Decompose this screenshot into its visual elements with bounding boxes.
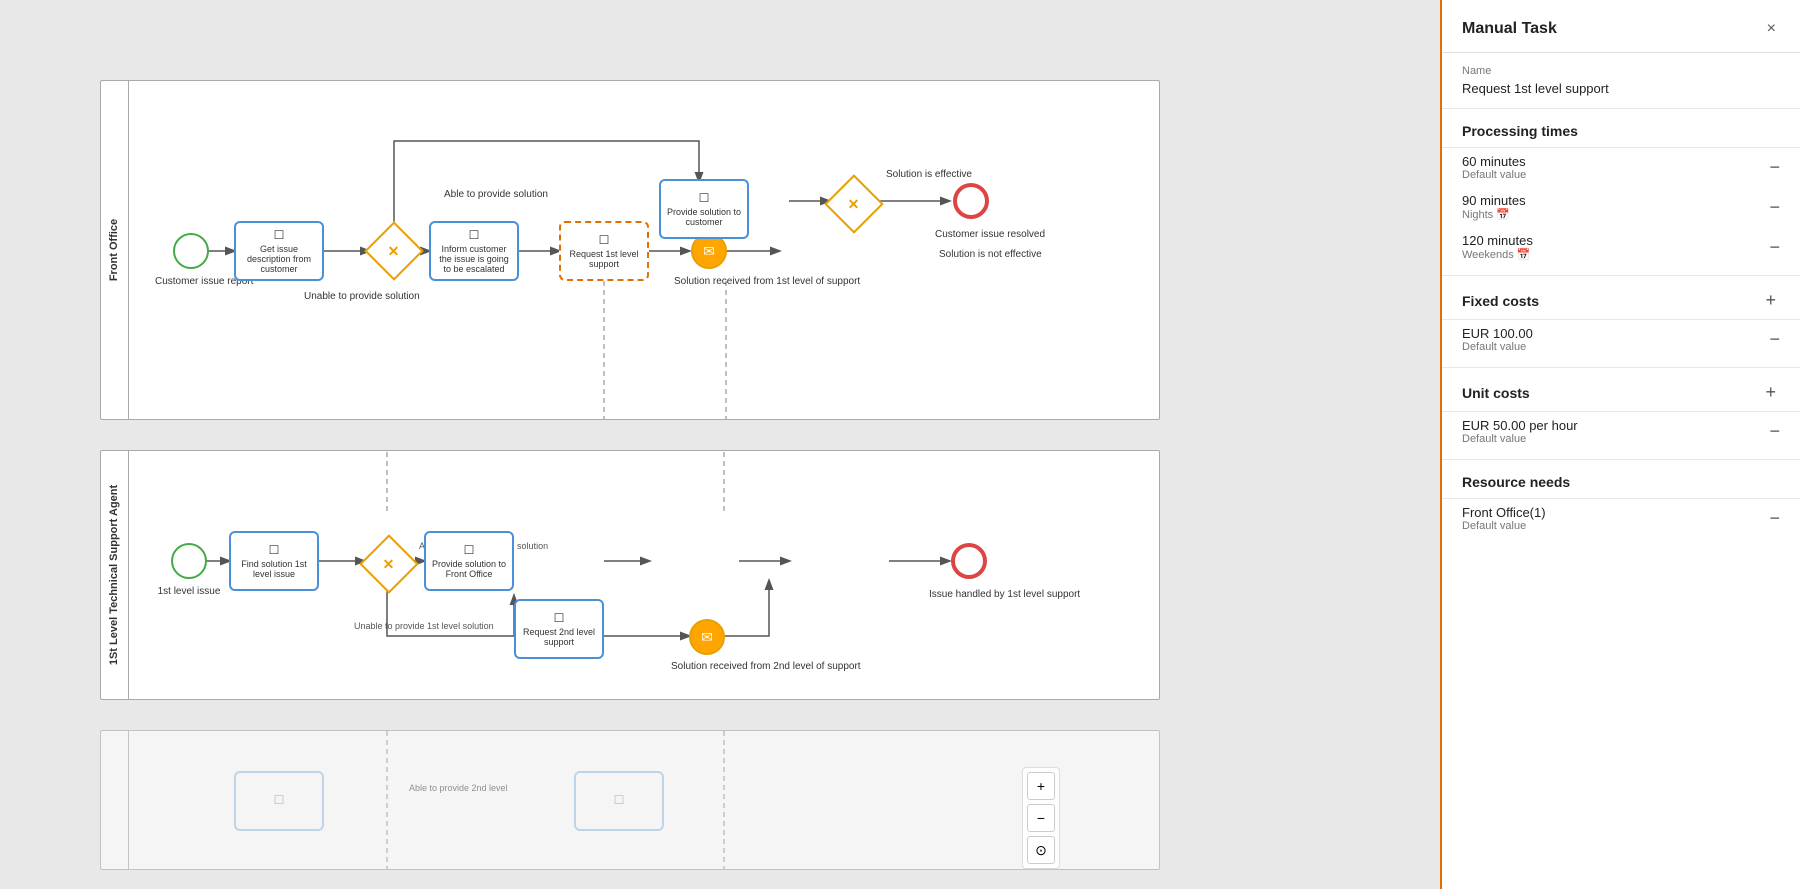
processing-times-header: Processing times bbox=[1442, 109, 1800, 148]
zoom-in-button[interactable]: + bbox=[1027, 772, 1055, 800]
pool-front-office-label: Front Office bbox=[101, 81, 129, 419]
fixed-cost-minus-1[interactable]: − bbox=[1769, 329, 1780, 350]
gateway-2[interactable]: ✕ bbox=[829, 179, 879, 229]
zoom-controls: + − ⊙ bbox=[1022, 767, 1060, 869]
resource-needs-row-1: Front Office(1) Default value − bbox=[1442, 499, 1800, 538]
proc-sublabel-3: Weekends 📅 bbox=[1462, 248, 1533, 261]
task-icon-selected: ☐ bbox=[599, 233, 610, 247]
unit-costs-row-1: EUR 50.00 per hour Default value − bbox=[1442, 412, 1800, 460]
end-event-2-label: Issue handled by 1st level support bbox=[929, 589, 1011, 600]
end-event-2[interactable] bbox=[951, 543, 987, 579]
canvas-area: Front Office bbox=[0, 0, 1440, 889]
resource-needs-header: Resource needs bbox=[1442, 460, 1800, 499]
task-icon-1: ☐ bbox=[274, 228, 285, 242]
panel-title: Manual Task bbox=[1462, 20, 1557, 38]
resource-sublabel-1: Default value bbox=[1462, 520, 1546, 532]
end-event-1-label: Customer issue resolved bbox=[935, 229, 1007, 240]
fixed-cost-value-1: EUR 100.00 bbox=[1462, 326, 1533, 341]
panel-close-button[interactable]: × bbox=[1763, 16, 1780, 42]
task-icon-2: ☐ bbox=[469, 228, 480, 242]
task-provide-solution[interactable]: ☐ Provide solution to customer bbox=[659, 179, 749, 239]
start-event-1[interactable] bbox=[173, 233, 209, 269]
resource-minus-1[interactable]: − bbox=[1769, 508, 1780, 529]
unit-cost-sublabel-1: Default value bbox=[1462, 433, 1578, 445]
start-event-1-label: Customer issue report bbox=[155, 276, 227, 287]
proc-minus-2[interactable]: − bbox=[1769, 197, 1780, 218]
panel-name-section: Name Request 1st level support bbox=[1442, 53, 1800, 109]
right-panel: Manual Task × Name Request 1st level sup… bbox=[1440, 0, 1800, 889]
processing-row-3: 120 minutes Weekends 📅 − bbox=[1442, 227, 1800, 276]
proc-minus-3[interactable]: − bbox=[1769, 237, 1780, 258]
msg-send-label: Solution received from 1st level of supp… bbox=[674, 276, 754, 287]
processing-row-2: 90 minutes Nights 📅 − bbox=[1442, 187, 1800, 227]
msg-event-2[interactable]: ✉ bbox=[689, 619, 725, 655]
proc-minus-1[interactable]: − bbox=[1769, 157, 1780, 178]
unit-cost-value-1: EUR 50.00 per hour bbox=[1462, 418, 1578, 433]
pool-3-content: Able to provide 2nd level ☐ ☐ bbox=[129, 731, 1159, 869]
task-icon-3: ☐ bbox=[699, 191, 710, 205]
svg-text:Unable to provide 1st level so: Unable to provide 1st level solution bbox=[354, 621, 494, 631]
gateway-1-label-2: Able to provide solution bbox=[444, 189, 544, 200]
task-request-2nd-level[interactable]: ☐ Request 2nd level support bbox=[514, 599, 604, 659]
name-value: Request 1st level support bbox=[1462, 81, 1780, 96]
fixed-costs-row-1: EUR 100.00 Default value − bbox=[1442, 320, 1800, 368]
proc-value-3: 120 minutes bbox=[1462, 233, 1533, 248]
gateway-1-label-1: Unable to provide solution bbox=[304, 291, 394, 302]
gateway-3[interactable]: ✕ bbox=[364, 539, 414, 589]
fixed-costs-header: Fixed costs + bbox=[1442, 276, 1800, 320]
task-partial[interactable]: ☐ bbox=[234, 771, 324, 831]
pool-3-label bbox=[101, 731, 129, 869]
proc-value-2: 90 minutes bbox=[1462, 193, 1526, 208]
gateway-2-label-1: Solution is effective bbox=[884, 169, 974, 180]
gateway-1[interactable]: ✕ bbox=[369, 226, 419, 276]
task-partial-2[interactable]: ☐ bbox=[574, 771, 664, 831]
svg-text:Able to provide 2nd level: Able to provide 2nd level bbox=[409, 783, 508, 793]
pool-support-agent-content: Able to provide 1st level solution Unabl… bbox=[129, 451, 1159, 699]
fixed-cost-sublabel-1: Default value bbox=[1462, 341, 1533, 353]
task-get-issue[interactable]: ☐ Get issue description from customer bbox=[234, 221, 324, 281]
unit-costs-header: Unit costs + bbox=[1442, 368, 1800, 412]
gateway-2-label-2: Solution is not effective bbox=[939, 249, 1029, 260]
name-label: Name bbox=[1462, 65, 1780, 77]
proc-value-1: 60 minutes bbox=[1462, 154, 1526, 169]
start-event-2[interactable] bbox=[171, 543, 207, 579]
unit-cost-minus-1[interactable]: − bbox=[1769, 421, 1780, 442]
msg-event-2-label: Solution received from 2nd level of supp… bbox=[671, 661, 761, 672]
zoom-fit-button[interactable]: ⊙ bbox=[1027, 836, 1055, 864]
pool-support-agent-label: 1St Level Technical Support Agent bbox=[101, 451, 129, 699]
fixed-costs-add-button[interactable]: + bbox=[1761, 290, 1780, 311]
processing-row-1: 60 minutes Default value − bbox=[1442, 148, 1800, 187]
start-event-2-label: 1st level issue bbox=[153, 586, 225, 597]
end-event-1[interactable] bbox=[953, 183, 989, 219]
processing-times-title: Processing times bbox=[1462, 123, 1578, 139]
task-provide-solution-2[interactable]: ☐ Provide solution to Front Office bbox=[424, 531, 514, 591]
resource-needs-title: Resource needs bbox=[1462, 474, 1570, 490]
unit-costs-title: Unit costs bbox=[1462, 385, 1530, 401]
task-inform-customer[interactable]: ☐ Inform customer the issue is going to … bbox=[429, 221, 519, 281]
task-request-1st-level[interactable]: ☐ Request 1st level support bbox=[559, 221, 649, 281]
pool-3: Able to provide 2nd level ☐ ☐ bbox=[100, 730, 1160, 870]
zoom-out-button[interactable]: − bbox=[1027, 804, 1055, 832]
panel-header: Manual Task × bbox=[1442, 0, 1800, 53]
fixed-costs-title: Fixed costs bbox=[1462, 293, 1539, 309]
task-find-solution[interactable]: ☐ Find solution 1st level issue bbox=[229, 531, 319, 591]
diagram-container: Front Office bbox=[100, 20, 1180, 880]
pool-front-office-content: Customer issue report ☐ Get issue descri… bbox=[129, 81, 1159, 419]
unit-costs-add-button[interactable]: + bbox=[1761, 382, 1780, 403]
resource-value-1: Front Office(1) bbox=[1462, 505, 1546, 520]
proc-sublabel-1: Default value bbox=[1462, 169, 1526, 181]
pool-support-agent: 1St Level Technical Support Agent bbox=[100, 450, 1160, 700]
pool-front-office: Front Office bbox=[100, 80, 1160, 420]
proc-sublabel-2: Nights 📅 bbox=[1462, 208, 1526, 221]
